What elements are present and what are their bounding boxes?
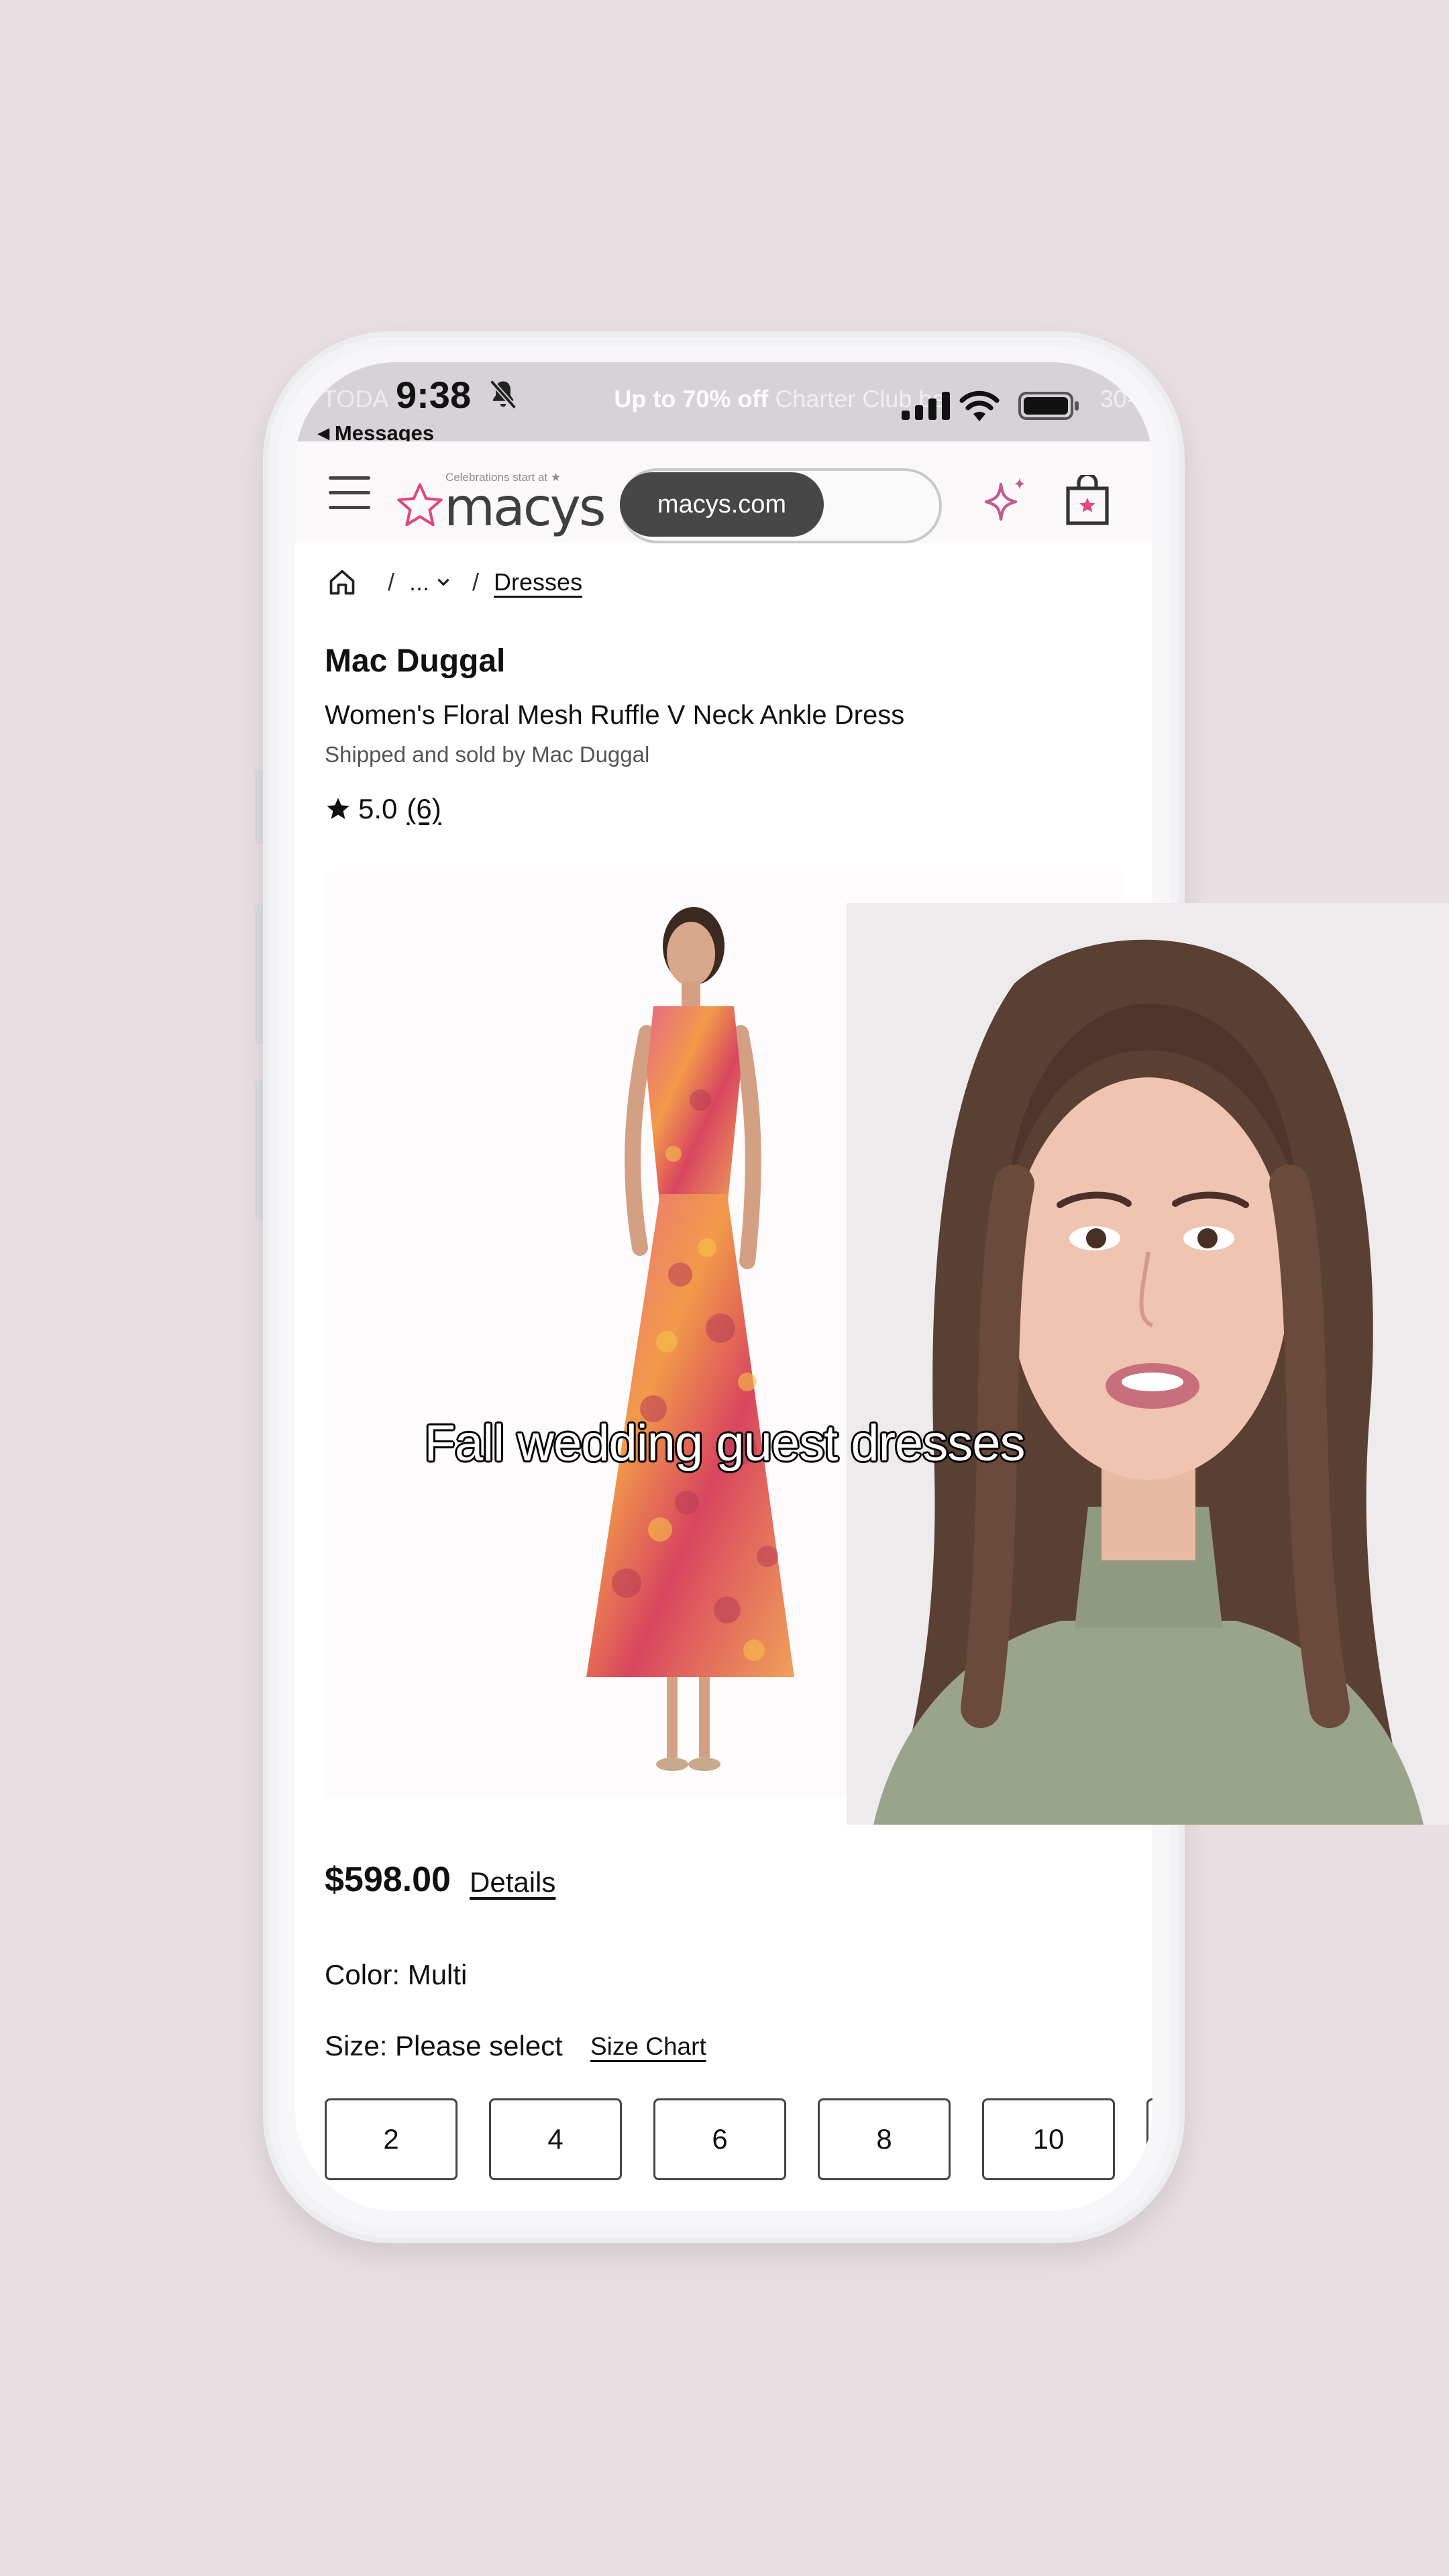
presenter-video	[847, 903, 1449, 1825]
size-label: Size: Please select	[325, 2030, 563, 2061]
product-seller: Shipped and sold by Mac Duggal	[325, 742, 650, 767]
size-chart-link[interactable]: Size Chart	[590, 2033, 706, 2061]
phone-volume-down	[255, 1080, 263, 1220]
signal-icon	[902, 392, 950, 420]
logo-star-icon	[397, 483, 443, 527]
status-time: 9:38	[396, 374, 472, 416]
macys-logo[interactable]: Celebrations start at ★ macys	[394, 462, 606, 538]
phone-volume-up	[255, 904, 263, 1044]
size-option-4[interactable]: 4	[489, 2098, 622, 2180]
presenter-image	[847, 903, 1449, 1825]
back-triangle-icon: ◀	[318, 425, 329, 441]
size-option-next[interactable]	[1146, 2098, 1152, 2180]
breadcrumb-more[interactable]: ...	[409, 568, 452, 596]
price-details-link[interactable]: Details	[470, 1866, 555, 1898]
dress-model-image	[586, 907, 794, 1771]
bell-slash-icon	[489, 379, 517, 410]
color-label: Color: Multi	[325, 1959, 468, 1990]
rating-value: 5.0	[358, 793, 398, 824]
logo-wordmark: macys	[444, 478, 606, 538]
promo-bold: Up to 70% off	[614, 385, 769, 413]
size-option-2[interactable]: 2	[325, 2098, 458, 2180]
shopping-bag-icon[interactable]	[1065, 475, 1110, 526]
product-rating[interactable]: 5.0 (6)	[325, 793, 441, 825]
product-brand[interactable]: Mac Duggal	[325, 643, 505, 680]
size-option-8[interactable]: 8	[818, 2098, 951, 2180]
home-icon[interactable]	[327, 568, 357, 597]
breadcrumb: / ... / Dresses	[327, 568, 582, 597]
review-count[interactable]: (6)	[407, 793, 441, 825]
size-option-10[interactable]: 10	[982, 2098, 1115, 2180]
status-bar: TODAUp to 70% off Charter Club be 30-50 …	[295, 362, 1152, 445]
sparkle-icon[interactable]	[978, 474, 1032, 527]
breadcrumb-dresses-link[interactable]: Dresses	[494, 568, 582, 596]
promo-tail: 30-50	[1099, 385, 1152, 413]
video-caption: Fall wedding guest dresses	[424, 1415, 1026, 1472]
promo-prefix: TODA	[322, 385, 389, 413]
url-pill[interactable]: macys.com	[620, 472, 824, 537]
hamburger-icon[interactable]	[329, 476, 370, 511]
wifi-icon	[959, 390, 1000, 421]
site-header: Celebrations start at ★ macys macys.com	[295, 441, 1152, 543]
chevron-down-icon	[437, 578, 449, 586]
breadcrumb-separator: /	[472, 568, 480, 596]
size-option-6[interactable]: 6	[653, 2098, 786, 2180]
review-count-text: (6)	[407, 793, 441, 824]
star-icon	[327, 798, 350, 819]
breadcrumb-separator: /	[388, 568, 395, 596]
product-name: Women's Floral Mesh Ruffle V Neck Ankle …	[325, 700, 905, 730]
size-options: 2 4 6 8 10	[325, 2098, 1152, 2180]
battery-icon	[1018, 392, 1079, 420]
phone-silent-switch	[255, 770, 263, 844]
breadcrumb-more-text: ...	[409, 568, 430, 596]
product-price: $598.00	[325, 1860, 451, 1899]
